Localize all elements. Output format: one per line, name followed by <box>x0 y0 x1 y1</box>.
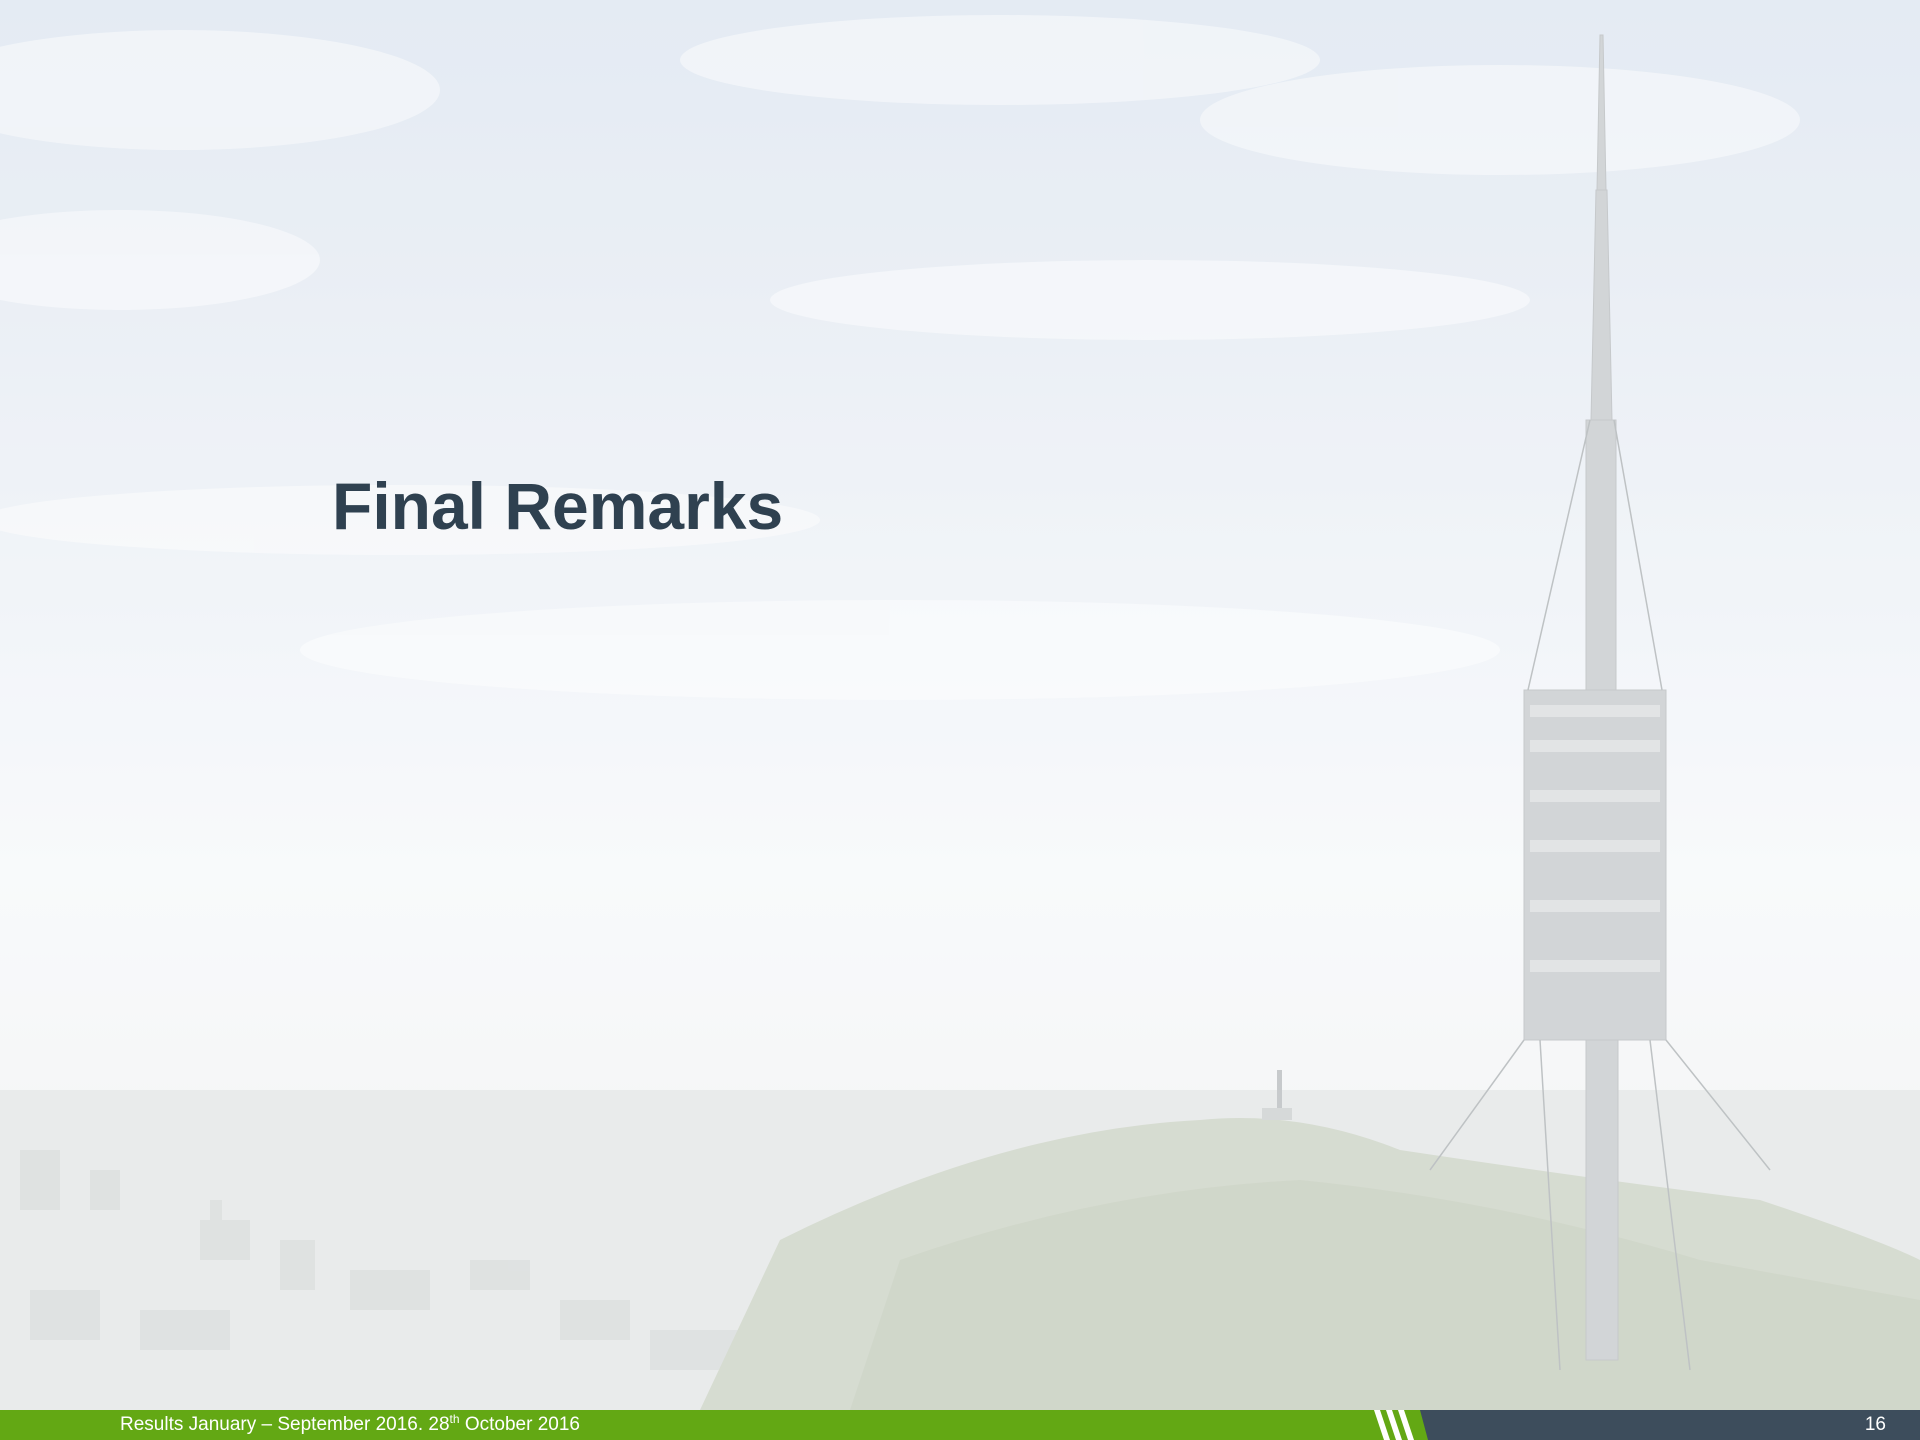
page-number: 16 <box>1864 1414 1886 1435</box>
footer-bar: Results January – September 2016. 28th O… <box>0 1410 1920 1440</box>
telecom-tower-landscape-image <box>0 0 1920 1410</box>
footer-caption-superscript: th <box>449 1412 460 1426</box>
brand-stripes-icon <box>1370 1410 1440 1440</box>
footer-caption: Results January – September 2016. 28th O… <box>120 1412 580 1436</box>
footer-caption-date: October 2016 <box>459 1414 580 1435</box>
footer-caption-main: Results January – September 2016. 28 <box>120 1414 450 1435</box>
slide-title: Final Remarks <box>332 469 784 543</box>
background-photo <box>0 0 1920 1410</box>
footer-dark-band <box>1420 1410 1920 1440</box>
